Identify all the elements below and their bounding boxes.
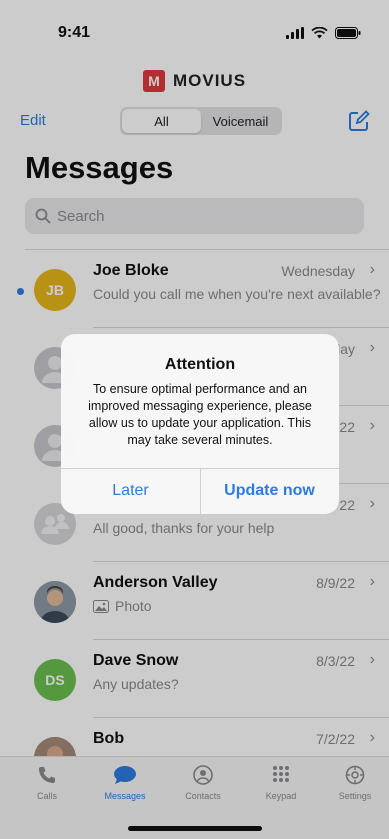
alert-message: To ensure optimal performance and an imp…	[88, 382, 312, 447]
update-alert-dialog: Attention To ensure optimal performance …	[61, 334, 339, 514]
update-now-button[interactable]: Update now	[200, 468, 339, 514]
later-button[interactable]: Later	[61, 468, 200, 514]
alert-title: Attention	[164, 356, 236, 373]
